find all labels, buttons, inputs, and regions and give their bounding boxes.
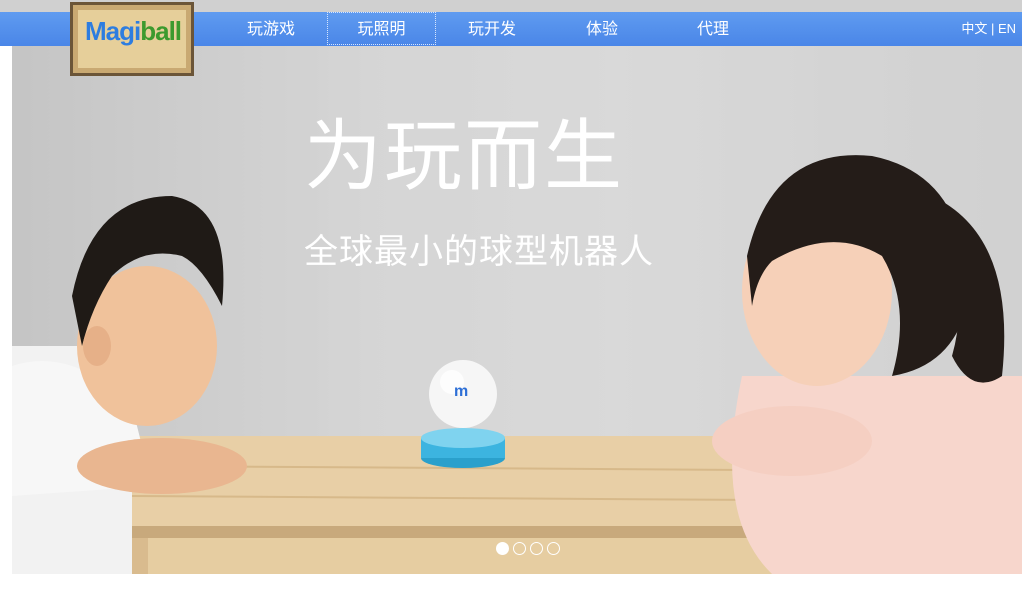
nav-item-games[interactable]: 玩游戏: [226, 12, 316, 46]
nav-item-develop[interactable]: 玩开发: [447, 12, 537, 46]
hero-subtitle: 全球最小的球型机器人: [304, 232, 654, 272]
carousel-dot[interactable]: [496, 542, 509, 555]
nav-item-agent[interactable]: 代理: [668, 12, 758, 46]
logo-text-ball: ball: [140, 16, 182, 46]
lang-zh-link[interactable]: 中文: [961, 21, 987, 36]
svg-text:m: m: [454, 383, 468, 400]
carousel-dot[interactable]: [513, 542, 526, 555]
carousel-dot[interactable]: [547, 542, 560, 555]
logo-text: Magiball: [85, 16, 182, 47]
lang-separator: |: [987, 21, 998, 36]
site-logo[interactable]: Magiball: [70, 2, 194, 76]
nav-item-experience[interactable]: 体验: [557, 12, 647, 46]
hero-banner[interactable]: m 为玩而生 全球最小的球型机器人: [12, 46, 1022, 574]
carousel-dot[interactable]: [530, 542, 543, 555]
lang-en-link[interactable]: EN: [998, 21, 1016, 36]
logo-plate: Magiball: [78, 10, 186, 68]
carousel-indicators: [496, 542, 560, 555]
logo-text-magi: Magi: [85, 16, 141, 46]
nav-item-lighting[interactable]: 玩照明: [327, 12, 436, 45]
hero-title: 为玩而生: [304, 112, 625, 202]
language-switch: 中文 | EN: [961, 12, 1016, 46]
